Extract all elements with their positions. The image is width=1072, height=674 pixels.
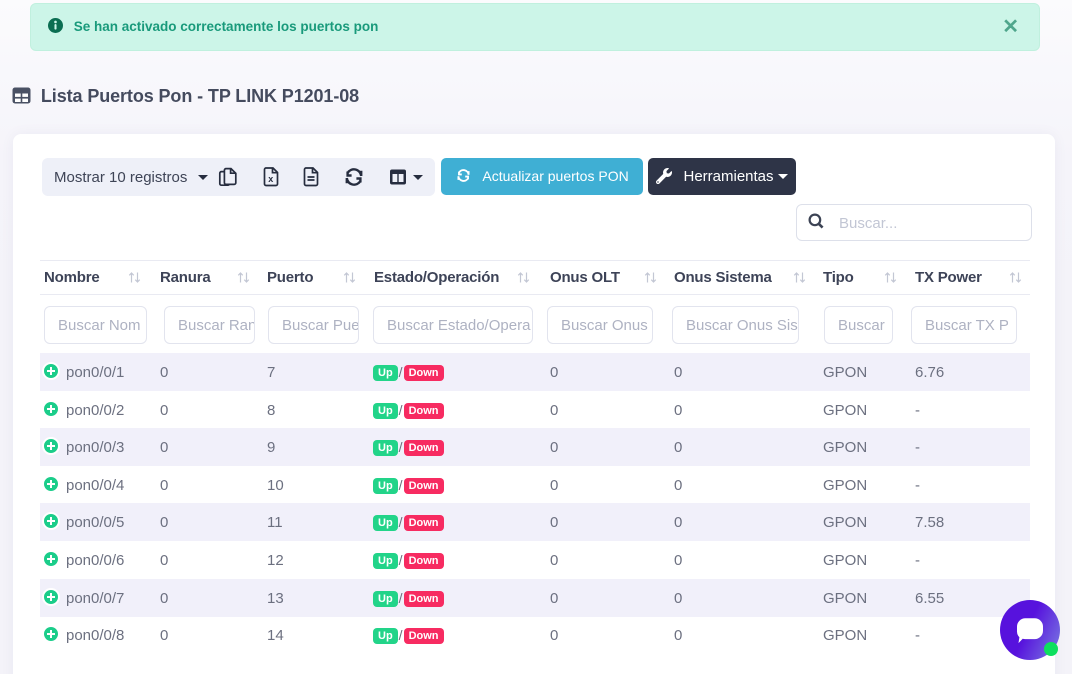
svg-text:x: x	[268, 174, 273, 184]
